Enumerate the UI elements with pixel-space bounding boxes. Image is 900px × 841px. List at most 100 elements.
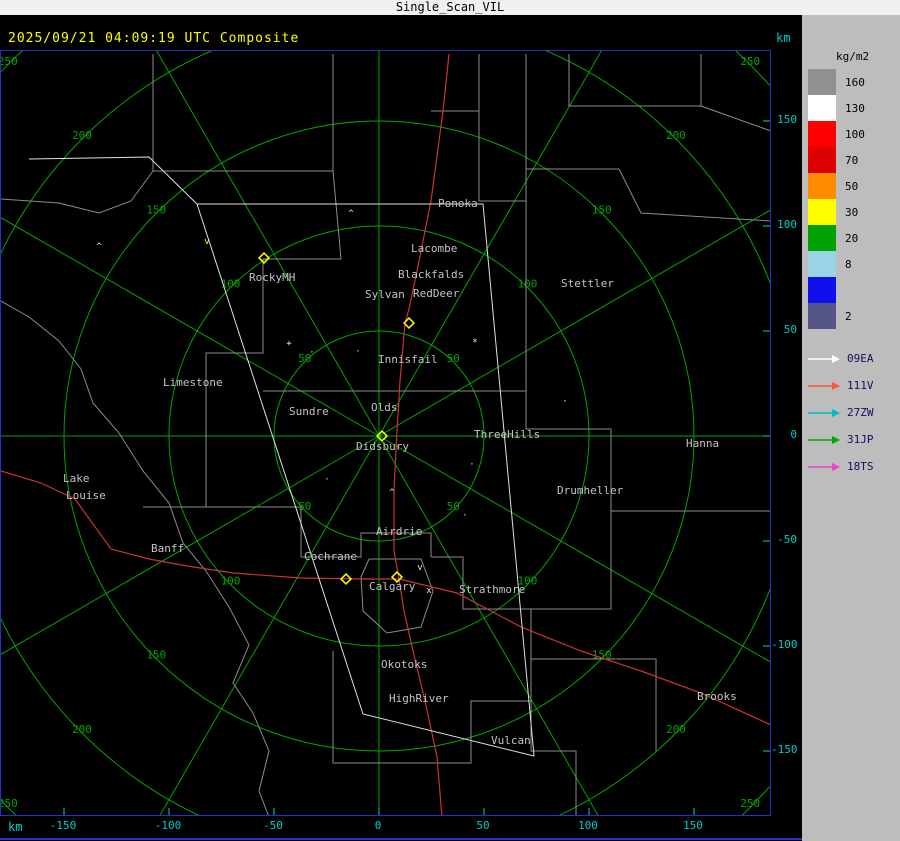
town-label: Sundre xyxy=(289,405,329,418)
scale-row: 20 xyxy=(802,225,900,251)
grid-radial-line xyxy=(378,435,599,815)
radar-id-label: 111V xyxy=(847,379,874,392)
legend-unit-label: kg/m2 xyxy=(836,50,870,63)
town-label: Brooks xyxy=(697,690,737,703)
county-boundary xyxy=(531,658,657,751)
ring-distance-label: 50 xyxy=(447,352,460,365)
town-label: Stettler xyxy=(561,277,614,290)
town-label: RedDeer xyxy=(413,287,460,300)
scale-row: 8 xyxy=(802,251,900,277)
town-label: RockyMH xyxy=(249,271,295,284)
scale-row xyxy=(802,277,900,303)
county-boundary xyxy=(205,170,342,425)
point-marker: · xyxy=(309,348,314,358)
scale-row: 130 xyxy=(802,95,900,121)
right-axis-label: 150 xyxy=(777,113,797,126)
scale-value-label: 70 xyxy=(845,153,859,167)
bottom-axis-label: 100 xyxy=(578,819,598,832)
radar-legend-row: 31JP xyxy=(807,426,900,453)
radar-legend-row: 09EA xyxy=(807,345,900,372)
county-boundary xyxy=(205,425,333,558)
town-label: Vulcan xyxy=(491,734,531,747)
right-axis-label: -100 xyxy=(771,638,798,651)
scale-color-swatch xyxy=(808,251,836,277)
point-marker: v xyxy=(417,563,422,573)
town-label: Olds xyxy=(371,401,398,414)
grid-radial-line xyxy=(156,51,380,437)
town-label: Blackfalds xyxy=(398,268,464,281)
point-marker: ^ xyxy=(96,242,102,252)
bottom-axis: -150 -100 -50 0 50 100 150 xyxy=(0,819,771,835)
point-marker: · xyxy=(469,460,474,470)
ring-distance-label: 150 xyxy=(592,203,612,216)
town-label: Ponoka xyxy=(438,197,478,210)
scale-row: 30 xyxy=(802,199,900,225)
window-title: Single_Scan_VIL xyxy=(395,0,505,14)
bottom-axis-label: 0 xyxy=(374,819,382,832)
scale-value-label: 100 xyxy=(845,127,865,141)
ring-distance-label: 200 xyxy=(666,723,686,736)
right-axis-label: 50 xyxy=(783,323,797,336)
town-label: Calgary xyxy=(369,580,416,593)
bottom-axis-label: 50 xyxy=(476,819,490,832)
range-ring xyxy=(1,51,770,815)
ring-distance-label: 50 xyxy=(447,500,460,513)
scale-color-swatch xyxy=(808,121,836,147)
scale-row: 160 xyxy=(802,69,900,95)
ring-distance-label: 250 xyxy=(1,55,18,68)
radar-id-label: 31JP xyxy=(847,433,874,446)
town-label: Banff xyxy=(151,542,184,555)
radar-id-label: 09EA xyxy=(847,352,874,365)
scale-value-label: 30 xyxy=(845,205,859,219)
scale-value-label: 50 xyxy=(845,179,859,193)
county-boundary xyxy=(526,168,770,222)
radar-map: 50 100 150 200 250 50 100 150 200 250 50 100 150 200 2… xyxy=(0,50,771,816)
km-unit-bottom-label: km xyxy=(8,820,23,834)
county-boundary xyxy=(568,54,702,107)
scale-color-swatch xyxy=(808,277,836,303)
town-label: Innisfail xyxy=(378,353,438,366)
legend-panel: kg/m2 160 130 100 70 50 30 20 8 2 09EA 111V 27ZW 31… xyxy=(802,15,900,841)
scale-color-swatch xyxy=(808,147,836,173)
radar-arrow-icon xyxy=(808,381,840,390)
radar-id-label: 18TS xyxy=(847,460,874,473)
scale-color-swatch xyxy=(808,303,836,329)
town-label: Sylvan xyxy=(365,288,405,301)
right-axis-label: 100 xyxy=(777,218,797,231)
radar-arrow-icon xyxy=(808,435,840,444)
ring-distance-label: 250 xyxy=(740,797,760,810)
bottom-axis-label: -50 xyxy=(263,819,283,832)
county-boundary xyxy=(1,170,154,214)
point-marker: · xyxy=(462,511,467,521)
point-marker: ^ xyxy=(348,209,354,219)
ring-distance-label: 150 xyxy=(146,649,166,662)
point-marker: * xyxy=(472,338,477,348)
radar-map-svg: 5010015020025050100150200250501001502002… xyxy=(1,51,770,815)
ring-distance-label: 100 xyxy=(221,574,241,587)
county-boundary xyxy=(526,428,770,512)
ring-distance-label: 200 xyxy=(72,129,92,142)
ring-distance-label: 250 xyxy=(740,55,760,68)
county-boundary xyxy=(152,54,334,172)
scale-row: 70 xyxy=(802,147,900,173)
right-axis-label: 0 xyxy=(790,428,797,441)
scale-value-label: 8 xyxy=(845,257,852,271)
ring-distance-label: 150 xyxy=(146,203,166,216)
radar-arrow-icon xyxy=(808,462,840,471)
point-marker: · xyxy=(355,347,360,357)
town-label: Lacombe xyxy=(411,242,457,255)
km-unit-right-label: km xyxy=(776,31,791,45)
scale-color-swatch xyxy=(808,173,836,199)
town-label: ThreeHills xyxy=(474,428,540,441)
point-marker: · xyxy=(324,475,329,485)
scan-area-outline xyxy=(28,156,198,205)
scale-color-swatch xyxy=(808,225,836,251)
county-boundary xyxy=(700,105,770,132)
scale-color-swatch xyxy=(808,95,836,121)
ring-distance-label: 100 xyxy=(518,278,538,291)
point-marker: · xyxy=(562,397,567,407)
town-label: Cochrane xyxy=(304,550,357,563)
bottom-axis-label: -100 xyxy=(154,819,182,832)
radar-legend-row: 27ZW xyxy=(807,399,900,426)
scale-row: 100 xyxy=(802,121,900,147)
